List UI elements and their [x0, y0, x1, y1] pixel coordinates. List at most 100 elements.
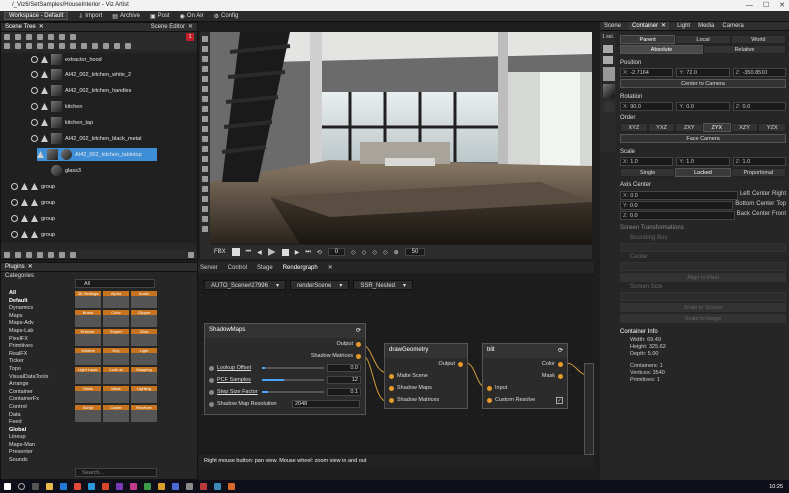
- plugin-tile[interactable]: Audio: [131, 291, 157, 308]
- category-item[interactable]: RealFX: [1, 351, 71, 359]
- port-dot[interactable]: [487, 385, 492, 391]
- view-tool-icon[interactable]: [202, 136, 208, 142]
- toggle-relative[interactable]: Relative: [703, 45, 786, 54]
- plugin-tile[interactable]: Environ.: [75, 329, 101, 346]
- port-dot[interactable]: [558, 361, 563, 367]
- frame-input[interactable]: 0: [327, 248, 346, 256]
- view-tool-icon[interactable]: [202, 106, 208, 112]
- tool-icon[interactable]: [70, 251, 76, 258]
- tab-rendergraph[interactable]: Rendergraph: [283, 265, 318, 271]
- step-forward-icon[interactable]: ▶: [295, 249, 300, 256]
- tab-plugins[interactable]: Plugins ✕: [5, 263, 33, 271]
- plugin-filter[interactable]: All: [75, 279, 155, 288]
- plugin-tile[interactable]: Receiver: [131, 405, 157, 422]
- tree-row[interactable]: extractor_hood: [31, 53, 102, 66]
- position-z-field[interactable]: Z: -350.8510: [732, 68, 786, 77]
- toggle-parent[interactable]: Parent: [620, 35, 676, 44]
- face-camera-button[interactable]: Face Camera: [620, 134, 786, 143]
- eye-icon[interactable]: [31, 135, 38, 142]
- category-item[interactable]: Arrange: [1, 381, 71, 389]
- view-tool-icon[interactable]: [202, 56, 208, 62]
- eye-icon[interactable]: [31, 56, 38, 63]
- tree-row[interactable]: AI42_002_kitchen_black_metal: [31, 132, 141, 145]
- stop-icon[interactable]: [281, 248, 289, 256]
- eye-icon[interactable]: [11, 199, 18, 206]
- tool-icon[interactable]: [4, 33, 10, 40]
- tree-row[interactable]: kitchen_tap: [31, 116, 93, 129]
- view-tool-icon[interactable]: [202, 226, 208, 232]
- eye-icon[interactable]: [31, 87, 38, 94]
- toggle-absolute[interactable]: Absolute: [620, 45, 703, 54]
- port-dot[interactable]: [356, 353, 361, 359]
- close-button[interactable]: ✕: [779, 0, 785, 11]
- scale-to-image-button[interactable]: Scale to Image: [620, 314, 786, 323]
- scale-z-field[interactable]: Z: 1.0: [732, 157, 786, 166]
- app-icon[interactable]: [130, 483, 137, 490]
- view-tool-icon[interactable]: [202, 166, 208, 172]
- tool-icon[interactable]: [70, 33, 76, 40]
- app-icon[interactable]: [200, 483, 207, 490]
- param-value-input[interactable]: 12: [327, 376, 361, 384]
- menu-post[interactable]: ▣ Post: [150, 13, 170, 20]
- screen-size-field[interactable]: [620, 292, 786, 301]
- axis-y-field[interactable]: Y: 0.0: [620, 201, 734, 210]
- port-dot[interactable]: [389, 385, 394, 391]
- category-item[interactable]: Topo: [1, 366, 71, 374]
- param-value-input[interactable]: 0.1: [327, 388, 361, 396]
- plugin-tile[interactable]: Alpha: [103, 291, 129, 308]
- order-zxy[interactable]: ZXY: [675, 123, 704, 132]
- port-dot[interactable]: [558, 373, 563, 379]
- tool-icon[interactable]: [26, 251, 32, 258]
- category-item[interactable]: Maps-Man: [1, 442, 71, 450]
- axis-right-button[interactable]: Right: [772, 191, 786, 200]
- app-icon[interactable]: [74, 483, 81, 490]
- tool-icon[interactable]: [59, 42, 65, 49]
- port-dot[interactable]: [487, 397, 492, 403]
- plugin-tile[interactable]: Key: [103, 348, 129, 365]
- tree-row[interactable]: group: [11, 212, 55, 225]
- app-icon[interactable]: [102, 483, 109, 490]
- axis-center-button[interactable]: Center: [752, 191, 770, 200]
- tool-icon[interactable]: [59, 33, 65, 40]
- view-tool-icon[interactable]: [202, 96, 208, 102]
- tool-icon[interactable]: [125, 42, 131, 49]
- param-slider[interactable]: [262, 391, 324, 393]
- port-dot[interactable]: [458, 361, 463, 367]
- plugin-tile[interactable]: Look at: [103, 367, 129, 384]
- scale-proportional[interactable]: Proportional: [730, 168, 786, 177]
- order-xzy[interactable]: XZY: [730, 123, 759, 132]
- menu-config[interactable]: ⚙ Config: [214, 13, 239, 20]
- axis-left-button[interactable]: Left: [740, 191, 750, 200]
- tree-row[interactable]: AI42_002_kitchen_handles: [31, 84, 131, 97]
- view-tool-icon[interactable]: [202, 196, 208, 202]
- close-icon[interactable]: ✕: [328, 264, 333, 271]
- axis-z-field[interactable]: Z: 0.0: [620, 211, 735, 220]
- node-offscreen[interactable]: [584, 363, 594, 455]
- tool-icon[interactable]: [59, 251, 65, 258]
- axis-bottom-button[interactable]: Bottom: [735, 201, 754, 210]
- param-slider[interactable]: [262, 379, 324, 381]
- view-tool-icon[interactable]: [202, 76, 208, 82]
- order-yzx[interactable]: YZX: [758, 123, 787, 132]
- plugin-tile[interactable]: Infotext: [75, 348, 101, 365]
- render-viewport[interactable]: [210, 32, 592, 244]
- key-icon[interactable]: ◇: [372, 249, 377, 256]
- order-zyx[interactable]: ZYX: [703, 123, 731, 132]
- category-item[interactable]: Sounds: [1, 457, 71, 465]
- category-item[interactable]: ContainerFx: [1, 396, 71, 404]
- category-item[interactable]: Global: [1, 427, 71, 435]
- param-radio[interactable]: [209, 389, 214, 395]
- tool-icon[interactable]: [92, 42, 98, 49]
- order-yxz[interactable]: YXZ: [647, 123, 676, 132]
- eye-icon[interactable]: [31, 103, 38, 110]
- trash-icon[interactable]: [188, 251, 194, 258]
- plugin-tile[interactable]: Light: [131, 348, 157, 365]
- view-tool-icon[interactable]: [202, 146, 208, 152]
- tool-icon[interactable]: [37, 251, 43, 258]
- app-icon[interactable]: [88, 483, 95, 490]
- file-explorer-icon[interactable]: [46, 483, 53, 490]
- scene-tree-list[interactable]: extractor_hood AI42_002_kitchen_white_2 …: [1, 53, 197, 243]
- plugin-tile[interactable]: Color: [103, 310, 129, 327]
- tool-icon[interactable]: [15, 33, 21, 40]
- tab-camera[interactable]: Camera: [722, 22, 743, 30]
